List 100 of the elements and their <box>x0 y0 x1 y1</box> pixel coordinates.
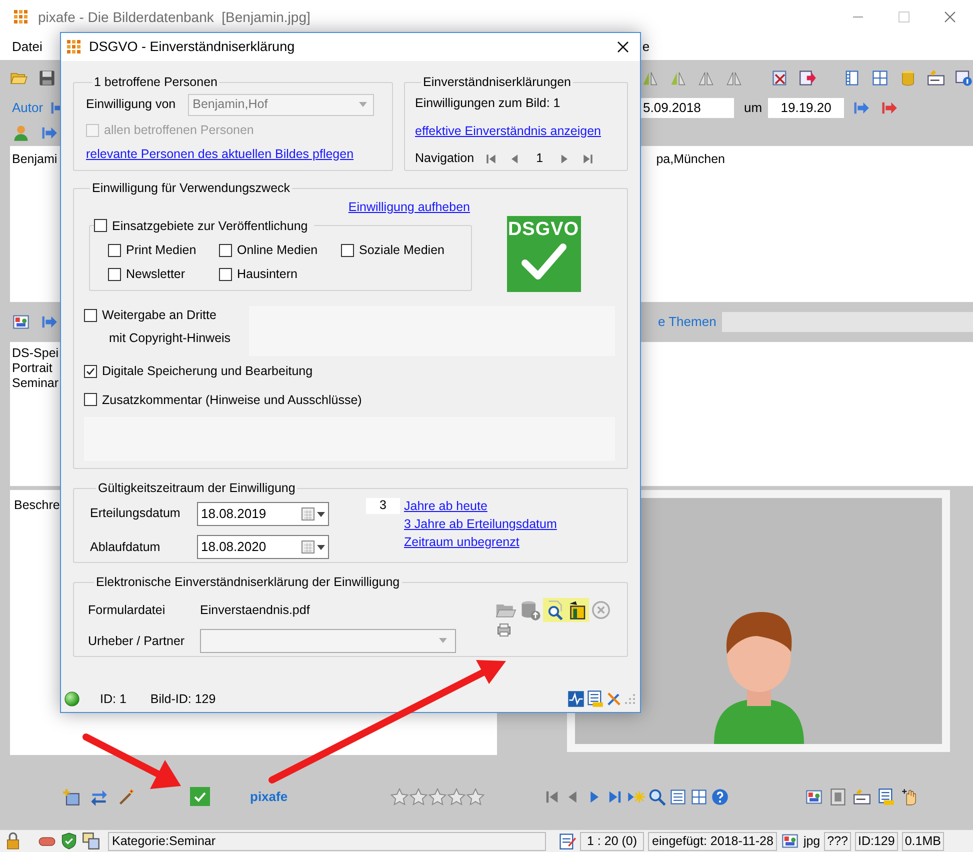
checkbox[interactable]: Soziale Medien <box>341 241 471 260</box>
swap-icon[interactable] <box>90 788 108 806</box>
star-icon[interactable] <box>390 788 409 806</box>
image-id-text: Bild-ID: 129 <box>150 690 216 708</box>
last-icon[interactable] <box>581 152 596 166</box>
person-name: Benjami <box>12 151 58 168</box>
shield-icon[interactable] <box>60 832 78 850</box>
picture-icon[interactable] <box>781 832 800 850</box>
group-title: Elektronische Einverständniserklärung der Einwilligung <box>95 574 401 591</box>
keyword-text: DS-Spei <box>12 346 59 361</box>
menu-item[interactable]: Datei <box>12 37 42 57</box>
brand-label: pixafe <box>250 788 289 806</box>
document-icon[interactable] <box>877 788 895 806</box>
save-icon[interactable] <box>38 69 56 87</box>
status-indicator-icon <box>64 691 80 707</box>
grid-view-icon[interactable] <box>690 788 708 806</box>
checkbox[interactable]: Einsatzgebiete zur Veröffentlichung <box>94 216 308 236</box>
field-label: Formulardatei <box>88 602 166 619</box>
status-text: ID:129 <box>854 832 898 850</box>
calendar-dropdown-icon[interactable] <box>300 539 328 556</box>
info-icon[interactable] <box>955 69 973 87</box>
description-label: Beschre <box>14 498 60 512</box>
star-icon[interactable] <box>466 788 485 806</box>
field-label: Einwilligung von <box>86 96 176 114</box>
approved-checkbox[interactable] <box>190 787 210 806</box>
app-logo-icon <box>67 40 81 54</box>
dsgvo-logo: DSGVO <box>506 216 580 292</box>
status-text: 0.1MB <box>902 832 944 850</box>
count-text: Einwilligungen zum Bild: 1 <box>415 94 560 112</box>
checkbox[interactable]: Print Medien <box>108 241 219 260</box>
document-arrow-icon[interactable] <box>799 69 817 87</box>
wand-icon[interactable] <box>118 788 136 806</box>
caret-icon <box>358 102 367 108</box>
lock-icon[interactable] <box>4 832 22 850</box>
group-title: Einwilligung für Verwendungszweck <box>91 180 292 197</box>
link[interactable]: Zeitraum unbegrenzt <box>404 534 520 550</box>
dialog-title: DSGVO - Einverständniserklärung <box>89 38 295 56</box>
windows-icon[interactable] <box>82 832 100 850</box>
navigation-label: Navigation <box>415 150 474 168</box>
id-text: ID: 1 <box>100 690 126 708</box>
partner-combobox[interactable] <box>200 628 456 653</box>
star-icon[interactable] <box>428 788 447 806</box>
keyword-text: Seminar <box>12 376 59 391</box>
date-field[interactable]: 5.09.2018 <box>641 98 734 118</box>
status-text: ??? <box>824 832 851 850</box>
menu-item[interactable]: e <box>642 37 650 57</box>
caret-icon <box>439 638 447 644</box>
link[interactable]: relevante Personen des aktuellen Bildes pflegen <box>86 144 354 164</box>
checkbox[interactable]: Zusatzkommentar (Hinweise und Ausschlüsse) <box>84 390 362 410</box>
tools-icon[interactable] <box>605 690 623 708</box>
search-icon[interactable] <box>648 788 666 806</box>
date-picker[interactable]: 18.08.2020 <box>197 535 329 560</box>
link[interactable]: Jahre ab heute <box>404 498 488 514</box>
status-text: 1 : 20 (0) <box>580 832 644 850</box>
checkbox[interactable]: Hausintern <box>219 265 341 284</box>
note-text: mit Copyright-Hinweis <box>109 330 231 347</box>
link[interactable]: Einwilligung aufheben <box>348 198 470 216</box>
hand-icon[interactable] <box>901 788 919 806</box>
themes-field[interactable] <box>722 312 973 332</box>
calendar-dropdown-icon[interactable] <box>300 506 328 522</box>
field-label: Urheber / Partner <box>88 632 186 650</box>
group-title: Gültigkeitszeitraum der Einwilligung <box>97 480 296 497</box>
field-label: Ablaufdatum <box>90 538 162 556</box>
years-field[interactable]: 3 <box>366 498 400 514</box>
time-field[interactable]: 19.19.20 <box>768 98 844 118</box>
category-field: Kategorie:Seminar <box>108 832 546 850</box>
edit-icon[interactable] <box>558 832 576 850</box>
person-icon[interactable] <box>12 124 30 142</box>
checkbox[interactable]: Weitergabe an Dritte <box>84 306 249 324</box>
link[interactable]: 3 Jahre ab Erteilungsdatum <box>404 516 557 532</box>
picture-icon[interactable] <box>805 788 823 806</box>
column-icon[interactable] <box>843 69 861 87</box>
document-icon[interactable] <box>586 690 604 708</box>
date-picker[interactable]: 18.08.2019 <box>197 502 329 526</box>
first-icon[interactable] <box>484 152 498 166</box>
group-title: 1 betroffene Personen <box>93 74 218 91</box>
link[interactable]: effektive Einverständnis anzeigen <box>415 122 601 140</box>
cross-document-icon[interactable] <box>771 69 789 87</box>
list-view-icon[interactable] <box>669 788 687 806</box>
add-image-icon[interactable] <box>62 788 80 806</box>
time-label: um <box>744 99 762 118</box>
checkbox[interactable]: Digitale Speicherung und Bearbeitung <box>84 362 313 380</box>
help-icon[interactable] <box>711 788 729 806</box>
status-text: jpg <box>803 832 820 850</box>
keyword-text: Portrait <box>12 361 52 376</box>
pulse-icon[interactable] <box>567 690 585 708</box>
position-text: 1 <box>536 150 544 168</box>
printer-icon[interactable] <box>495 622 513 638</box>
checkbox[interactable]: Online Medien <box>219 241 341 260</box>
resize-grip-icon[interactable] <box>624 693 636 705</box>
database-icon[interactable] <box>899 69 917 87</box>
database-upload-icon[interactable] <box>519 598 541 621</box>
film-icon[interactable] <box>829 788 847 806</box>
check-icon <box>193 790 207 804</box>
scanner-icon[interactable] <box>567 600 587 620</box>
grid-icon[interactable] <box>871 69 889 87</box>
star-icon[interactable] <box>409 788 428 806</box>
picture-icon[interactable] <box>12 313 30 331</box>
star-icon[interactable] <box>447 788 466 806</box>
checkbox[interactable]: Newsletter <box>108 265 219 284</box>
